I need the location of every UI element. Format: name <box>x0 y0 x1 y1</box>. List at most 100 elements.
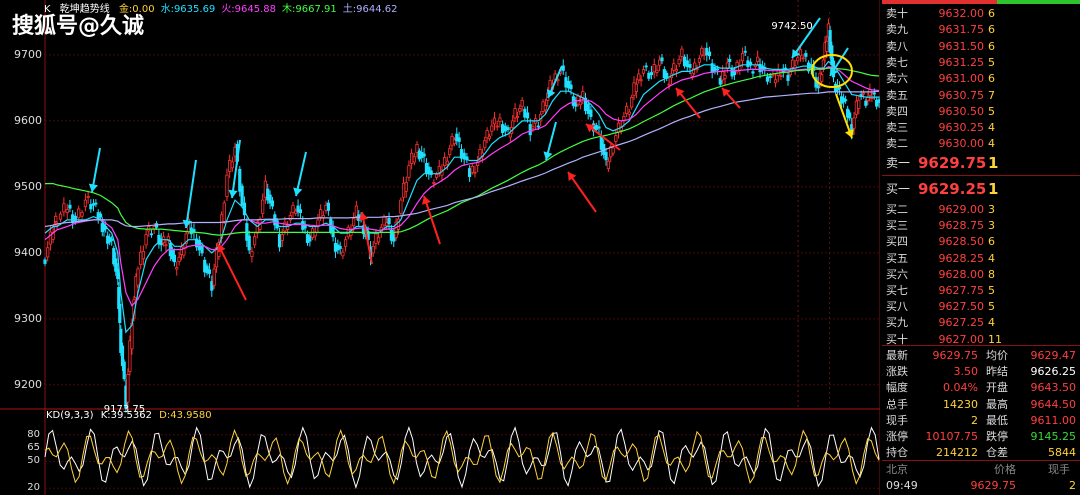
candle-body <box>688 64 692 68</box>
candle-body <box>270 200 275 207</box>
trades-header-vol: 现手 <box>1048 463 1070 476</box>
ask-row: 卖十 9632.00 6 <box>882 6 1080 22</box>
level-label: 卖六 <box>886 72 908 86</box>
book-separator <box>882 175 1080 176</box>
candle-body <box>407 165 411 178</box>
level-volume: 6 <box>988 39 995 53</box>
stat-value: 9145.25 <box>1030 430 1077 443</box>
candle-body <box>715 68 720 71</box>
stat-value: 14230 <box>943 397 978 411</box>
candle-body <box>536 125 540 128</box>
level-volume: 6 <box>988 23 995 37</box>
ask-row: 卖三 9630.25 4 <box>882 120 1080 136</box>
level-label: 卖十 <box>886 7 908 20</box>
candle-body <box>756 56 760 62</box>
candle-body <box>228 160 232 172</box>
candle-body <box>141 250 145 260</box>
stats-row: 持仓 214212 仓差 5844 <box>882 445 1080 461</box>
level-label: 买五 <box>886 251 908 265</box>
level-price: 9629.75 <box>918 154 987 172</box>
candle-body <box>508 132 512 138</box>
candle-body <box>506 127 510 131</box>
level-price: 9627.25 <box>938 316 985 330</box>
candle-body <box>801 57 805 60</box>
candle-body <box>693 62 697 70</box>
kd-k: K:39.5362 <box>100 410 152 421</box>
candle-body <box>291 204 295 213</box>
level-price: 9627.50 <box>938 300 985 314</box>
level-label: 买二 <box>886 203 908 216</box>
candle-body <box>326 202 330 211</box>
bid-row: 买八 9627.50 5 <box>882 299 1080 315</box>
kd-title: KD(9,3,3) <box>46 410 94 421</box>
level-price: 9630.00 <box>938 137 985 151</box>
candle-body <box>437 166 441 173</box>
chart-area: 搜狐号@久诚 K 乾坤趋势线 金:0.00 水:9635.69 火:9645.88 木… <box>0 0 880 495</box>
stat-label: 昨结 <box>986 365 1008 379</box>
candle-body <box>652 64 656 73</box>
legend-item: 水:9635.69 <box>160 4 216 15</box>
candle-body <box>682 56 687 67</box>
level-label: 卖二 <box>886 137 908 151</box>
ask-row: 卖八 9631.50 6 <box>882 39 1080 55</box>
candle-body <box>578 101 583 106</box>
candle-body <box>89 204 93 210</box>
candle-body <box>58 213 63 220</box>
cyan-arrow <box>185 159 197 229</box>
candle-body <box>746 60 750 68</box>
candle-body <box>261 199 265 214</box>
ma-line <box>44 60 879 334</box>
stat-label: 总手 <box>886 397 908 411</box>
candle-body <box>848 112 852 119</box>
candle-body <box>175 267 179 270</box>
candle-body <box>487 135 492 139</box>
candle-body <box>399 199 403 214</box>
candle-body <box>518 108 522 112</box>
level-price: 9631.25 <box>938 55 985 69</box>
candle-body <box>786 75 790 81</box>
candle-body <box>503 125 507 132</box>
candle-body <box>240 185 244 206</box>
stat-label: 涨停 <box>886 430 908 443</box>
candle-body <box>702 53 706 57</box>
level-label: 卖四 <box>886 104 908 118</box>
kd-y-tick-label: 20 <box>27 482 40 494</box>
candle-body <box>310 228 315 238</box>
level-price: 9630.75 <box>938 88 985 102</box>
candle-body <box>376 237 381 243</box>
candle-body <box>625 105 629 114</box>
candle-body <box>528 124 532 136</box>
candle-body <box>98 213 103 218</box>
stats-row: 总手 14230 最高 9644.50 <box>882 397 1080 413</box>
level-volume: 1 <box>988 154 999 172</box>
candle-body <box>515 116 520 118</box>
candle-body <box>144 234 148 246</box>
ask-row: 卖五 9630.75 7 <box>882 88 1080 104</box>
candle-body <box>556 79 560 82</box>
candle-body <box>308 235 312 242</box>
candle-body <box>543 105 547 111</box>
stat-value: 9611.00 <box>1030 413 1077 427</box>
cyan-arrow-head <box>543 151 553 160</box>
candle-body <box>844 99 848 102</box>
level-volume: 8 <box>988 267 995 281</box>
candle-body <box>677 58 681 65</box>
level-label: 买三 <box>886 219 908 233</box>
kd-d-line <box>44 428 880 486</box>
candle-body <box>500 124 505 133</box>
candle-body <box>280 234 284 241</box>
candle-body <box>122 361 126 380</box>
stat-label: 最高 <box>986 397 1008 411</box>
ask-row: 卖六 9631.00 6 <box>882 71 1080 87</box>
level-label: 买八 <box>886 300 908 314</box>
stat-value: 9643.50 <box>1030 381 1077 395</box>
candle-body <box>564 77 568 88</box>
stat-value: 9626.25 <box>1030 365 1077 379</box>
candle-body <box>837 86 842 90</box>
stats-row: 涨停 10107.75 跌停 9145.25 <box>882 429 1080 445</box>
candle-body <box>581 91 585 98</box>
level-volume: 1 <box>988 180 999 198</box>
stats-row: 幅度 0.04% 开盘 9643.50 <box>882 380 1080 396</box>
stat-label: 持仓 <box>886 446 908 460</box>
bid-row: 买二 9629.00 3 <box>882 202 1080 218</box>
